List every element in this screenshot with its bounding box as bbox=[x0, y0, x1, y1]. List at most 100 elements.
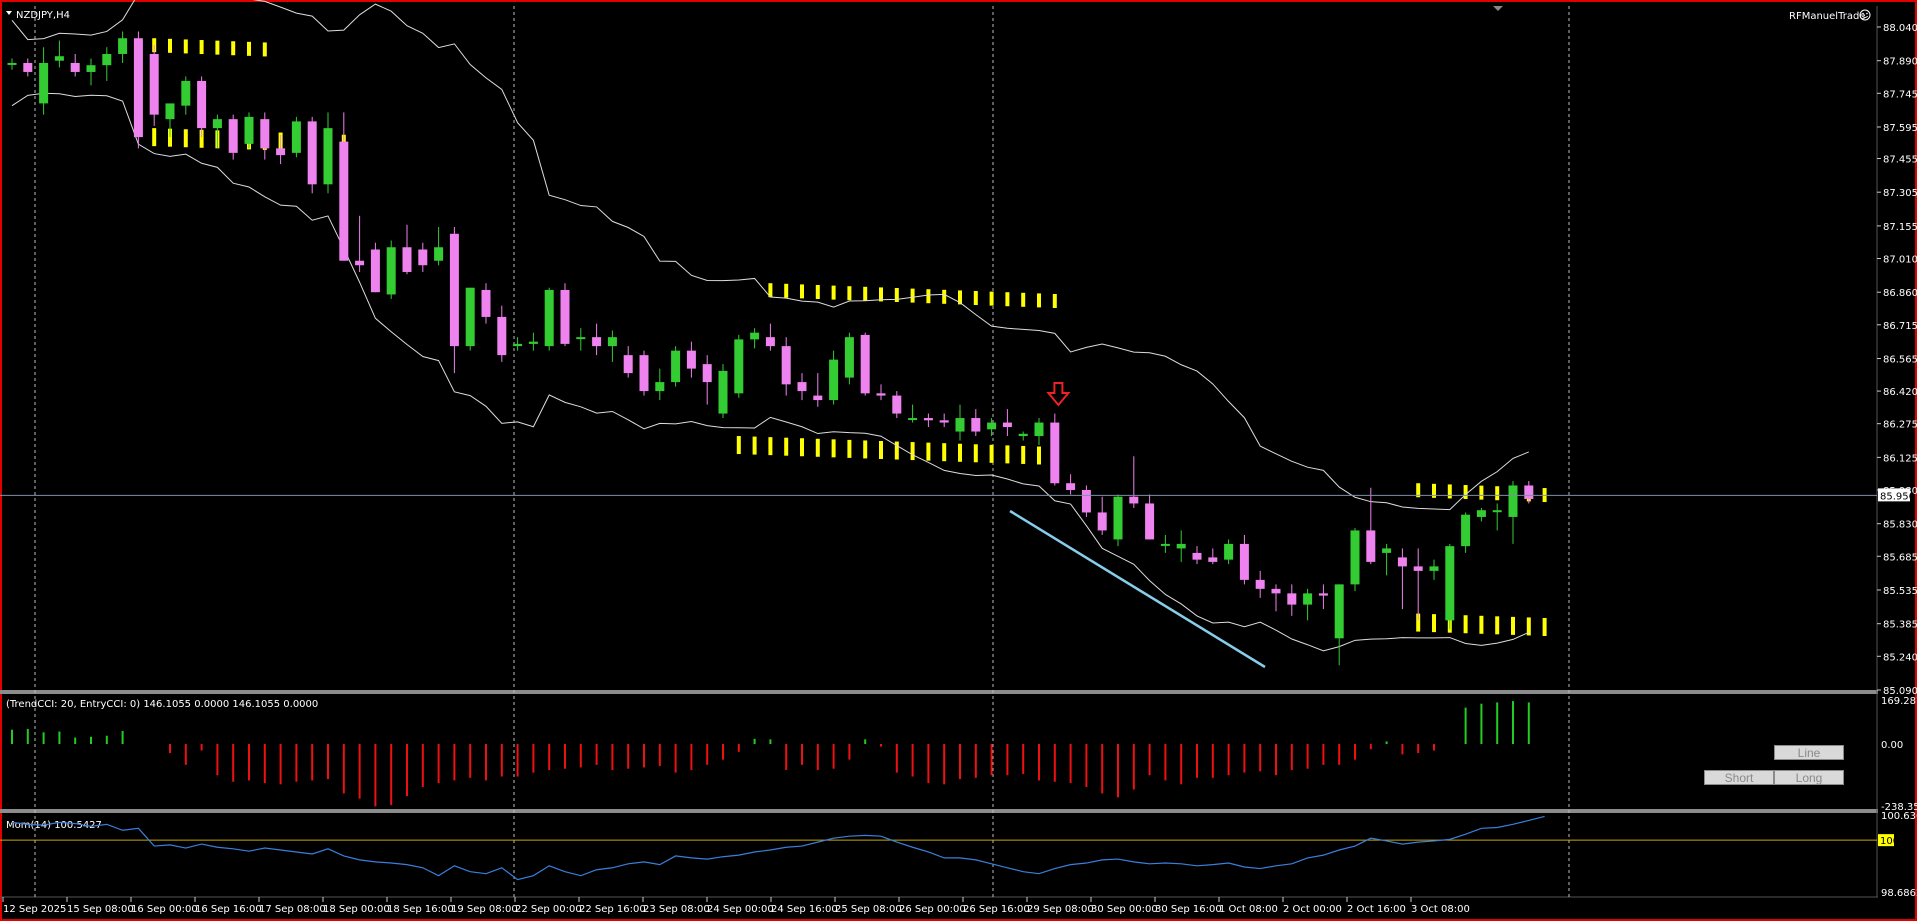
time-tick-label: 19 Sep 08:00 bbox=[451, 904, 518, 915]
candle bbox=[165, 103, 175, 138]
candle bbox=[860, 332, 870, 396]
time-tick-label: 26 Sep 00:00 bbox=[899, 904, 966, 915]
upper-envelope-tick bbox=[973, 291, 978, 306]
upper-envelope-tick bbox=[831, 285, 836, 300]
chart-shift-marker[interactable] bbox=[1493, 6, 1503, 11]
time-tick-label: 16 Sep 00:00 bbox=[131, 904, 198, 915]
time-tick-label: 15 Sep 08:00 bbox=[67, 904, 134, 915]
time-tick-label: 16 Sep 16:00 bbox=[195, 904, 262, 915]
candle bbox=[291, 116, 301, 158]
candle bbox=[497, 305, 507, 362]
momentum-axis: 100.6368 100 98.6862 bbox=[1878, 811, 1917, 899]
long-button[interactable]: Long bbox=[1774, 770, 1844, 785]
candle bbox=[149, 44, 159, 126]
upper-envelope-tick bbox=[199, 40, 204, 55]
upper-envelope-tick bbox=[989, 291, 994, 306]
momentum-tick-label: 98.6862 bbox=[1881, 888, 1917, 899]
panel-separator-mom[interactable] bbox=[0, 809, 1878, 813]
candle bbox=[639, 350, 649, 396]
line-button[interactable]: Line bbox=[1774, 745, 1844, 760]
time-tick-label: 30 Sep 00:00 bbox=[1091, 904, 1158, 915]
triangle-down-icon[interactable] bbox=[6, 11, 12, 15]
lower-envelope-tick bbox=[879, 440, 883, 459]
trading-chart[interactable]: NZDJPY,H4 RFManuelTrade 88.040 87.890 87.7… bbox=[0, 0, 1917, 921]
lower-envelope-tick bbox=[736, 436, 741, 455]
candle bbox=[386, 240, 396, 299]
price-tick-label: 85.685 bbox=[1883, 552, 1917, 563]
candle bbox=[1476, 507, 1486, 522]
candle bbox=[1524, 480, 1534, 504]
upper-envelope-tick bbox=[942, 289, 947, 304]
upper-envelope-tick bbox=[1479, 485, 1484, 500]
candle bbox=[892, 391, 902, 419]
candle bbox=[955, 404, 965, 441]
panel-separator-cci[interactable] bbox=[0, 690, 1878, 694]
candle bbox=[655, 368, 665, 401]
candle bbox=[133, 31, 143, 149]
candle bbox=[276, 134, 286, 165]
candle bbox=[465, 287, 475, 351]
candle bbox=[1271, 584, 1281, 612]
lower-envelope-tick bbox=[1037, 446, 1041, 465]
candle bbox=[244, 112, 254, 149]
candle bbox=[54, 40, 64, 68]
candle bbox=[1366, 487, 1376, 565]
candle bbox=[1097, 496, 1107, 535]
candlestick-series bbox=[7, 31, 1534, 666]
candle bbox=[1461, 512, 1471, 553]
time-tick-label: 22 Sep 16:00 bbox=[579, 904, 646, 915]
cci-tick-label: 0.00 bbox=[1881, 740, 1903, 751]
upper-envelope-tick bbox=[1463, 485, 1468, 500]
candle bbox=[1018, 431, 1028, 441]
candle bbox=[1081, 485, 1091, 517]
candle bbox=[576, 328, 586, 351]
lower-envelope-tick bbox=[863, 440, 868, 459]
lower-envelope-tick bbox=[1463, 615, 1468, 634]
candle bbox=[607, 330, 617, 362]
cci-histogram bbox=[11, 701, 1530, 807]
price-tick-label: 86.860 bbox=[1883, 288, 1917, 299]
candle bbox=[1287, 584, 1297, 616]
price-tick-label: 86.275 bbox=[1883, 420, 1917, 431]
candle bbox=[923, 413, 933, 428]
momentum-level-tag: 100 bbox=[1878, 834, 1899, 847]
candle bbox=[402, 224, 412, 275]
trendline[interactable] bbox=[1009, 509, 1266, 669]
candle bbox=[829, 350, 839, 405]
price-tick-label: 86.125 bbox=[1883, 453, 1917, 464]
candle bbox=[1350, 528, 1360, 592]
price-tick-label: 85.830 bbox=[1883, 520, 1917, 531]
svg-text:100: 100 bbox=[1880, 836, 1899, 847]
candle bbox=[1066, 474, 1076, 495]
candle bbox=[1002, 409, 1012, 437]
current-price-value: 85.956 bbox=[1880, 491, 1915, 502]
price-tick-label: 87.455 bbox=[1883, 154, 1917, 165]
candle bbox=[39, 47, 49, 115]
time-tick-label: 2 Oct 16:00 bbox=[1347, 904, 1406, 915]
lower-envelope-tick bbox=[926, 442, 931, 461]
short-button[interactable]: Short bbox=[1704, 770, 1774, 785]
candle bbox=[1239, 534, 1249, 585]
lower-envelope-tick bbox=[910, 442, 915, 461]
upper-envelope-tick bbox=[863, 286, 868, 301]
upper-envelope-tick bbox=[894, 288, 899, 303]
symbol-label: NZDJPY,H4 bbox=[16, 10, 70, 21]
candle bbox=[797, 373, 807, 401]
lower-envelope-tick bbox=[847, 439, 852, 458]
price-tick-label: 85.535 bbox=[1883, 586, 1917, 597]
upper-envelope-tick bbox=[1052, 294, 1057, 309]
time-tick-label: 12 Sep 2025 bbox=[3, 904, 66, 915]
candle bbox=[686, 341, 696, 378]
candle bbox=[702, 355, 712, 405]
lower-envelope-tick bbox=[1542, 617, 1547, 636]
candle bbox=[1129, 456, 1139, 508]
time-tick-label: 3 Oct 08:00 bbox=[1411, 904, 1470, 915]
candle bbox=[1176, 530, 1186, 562]
upper-envelope-tick bbox=[1005, 292, 1010, 307]
candle bbox=[339, 112, 349, 261]
lower-envelope-tick bbox=[1021, 445, 1026, 464]
lower-envelope-tick bbox=[784, 437, 789, 456]
candle bbox=[1429, 559, 1439, 580]
price-tick-label: 86.715 bbox=[1883, 321, 1917, 332]
time-tick-label: 1 Oct 08:00 bbox=[1219, 904, 1278, 915]
